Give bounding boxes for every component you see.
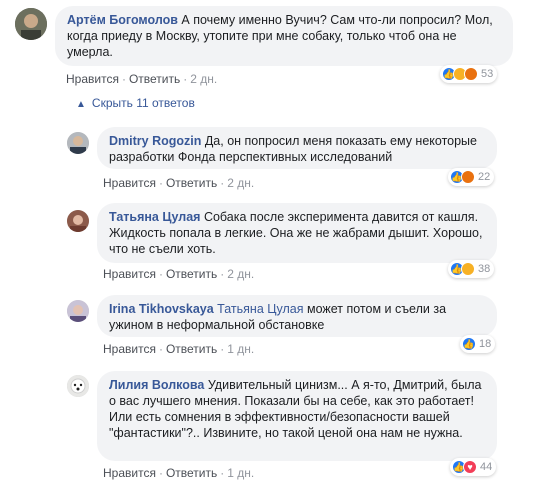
comment-bubble: Irina Tikhovskaya Татьяна Цулая может по… <box>97 295 497 337</box>
reply-button[interactable]: Ответить <box>129 72 180 86</box>
comment-time[interactable]: 2 дн. <box>190 72 217 86</box>
reaction-count: 22 <box>478 171 491 183</box>
comment-actions: Нравится · Ответить · 1 дн. <box>103 466 255 480</box>
reaction-count: 38 <box>478 263 491 275</box>
comment-time[interactable]: 1 дн. <box>227 466 254 480</box>
reactions-summary[interactable]: 👍 38 <box>448 260 495 278</box>
comment-bubble: Dmitry Rogozin Да, он попросил меня пока… <box>97 127 497 169</box>
comment-bubble: Татьяна Цулая Собака после эксперимента … <box>97 203 497 263</box>
comment-actions: Нравится · Ответить · 2 дн. <box>103 176 255 190</box>
hide-replies-link[interactable]: ▲ Скрыть 11 ответов <box>76 96 195 110</box>
like-button[interactable]: Нравится <box>103 466 156 480</box>
reply-button[interactable]: Ответить <box>166 176 217 190</box>
comment-time[interactable]: 2 дн. <box>227 267 254 281</box>
comment-actions: Нравится · Ответить · 1 дн. <box>103 342 255 356</box>
comment-bubble: Лилия Волкова Удивительный цинизм... А я… <box>97 371 497 461</box>
comment-author[interactable]: Лилия Волкова <box>109 378 204 392</box>
reaction-count: 44 <box>480 461 493 473</box>
love-reaction-icon: ♥ <box>463 460 477 474</box>
like-button[interactable]: Нравится <box>103 267 156 281</box>
sad-reaction-icon <box>461 262 475 276</box>
like-reaction-icon: 👍 <box>462 337 476 351</box>
reaction-count: 53 <box>481 68 494 80</box>
comment-time[interactable]: 2 дн. <box>227 176 254 190</box>
hide-replies-label: Скрыть 11 ответов <box>91 96 195 110</box>
reactions-summary[interactable]: 👍 ♥ 44 <box>450 458 497 476</box>
reactions-summary[interactable]: 👍 53 <box>440 65 498 83</box>
angry-reaction-icon <box>464 67 478 81</box>
comment-author[interactable]: Татьяна Цулая <box>109 210 200 224</box>
comment-actions: Нравится · Ответить · 2 дн. <box>103 267 255 281</box>
avatar[interactable] <box>67 300 89 322</box>
like-button[interactable]: Нравится <box>103 342 156 356</box>
comment-time[interactable]: 1 дн. <box>227 342 254 356</box>
reactions-summary[interactable]: 👍 22 <box>448 168 495 186</box>
avatar[interactable] <box>15 8 47 40</box>
angry-reaction-icon <box>461 170 475 184</box>
reply-button[interactable]: Ответить <box>166 267 217 281</box>
comment-author[interactable]: Dmitry Rogozin <box>109 134 201 148</box>
reaction-count: 18 <box>479 338 492 350</box>
reply-button[interactable]: Ответить <box>166 466 217 480</box>
comment-actions: Нравится · Ответить · 2 дн. <box>66 72 218 86</box>
comment-mention[interactable]: Татьяна Цулая <box>217 302 303 316</box>
avatar[interactable] <box>67 210 89 232</box>
comment-author[interactable]: Irina Tikhovskaya <box>109 302 214 316</box>
avatar[interactable] <box>67 132 89 154</box>
comment-bubble: Артём Богомолов А почему именно Вучич? С… <box>55 6 513 66</box>
like-button[interactable]: Нравится <box>66 72 119 86</box>
comment-author[interactable]: Артём Богомолов <box>67 13 178 27</box>
reply-button[interactable]: Ответить <box>166 342 217 356</box>
chevron-up-icon: ▲ <box>76 99 86 110</box>
like-button[interactable]: Нравится <box>103 176 156 190</box>
reactions-summary[interactable]: 👍 18 <box>460 335 496 353</box>
avatar[interactable] <box>67 375 89 397</box>
